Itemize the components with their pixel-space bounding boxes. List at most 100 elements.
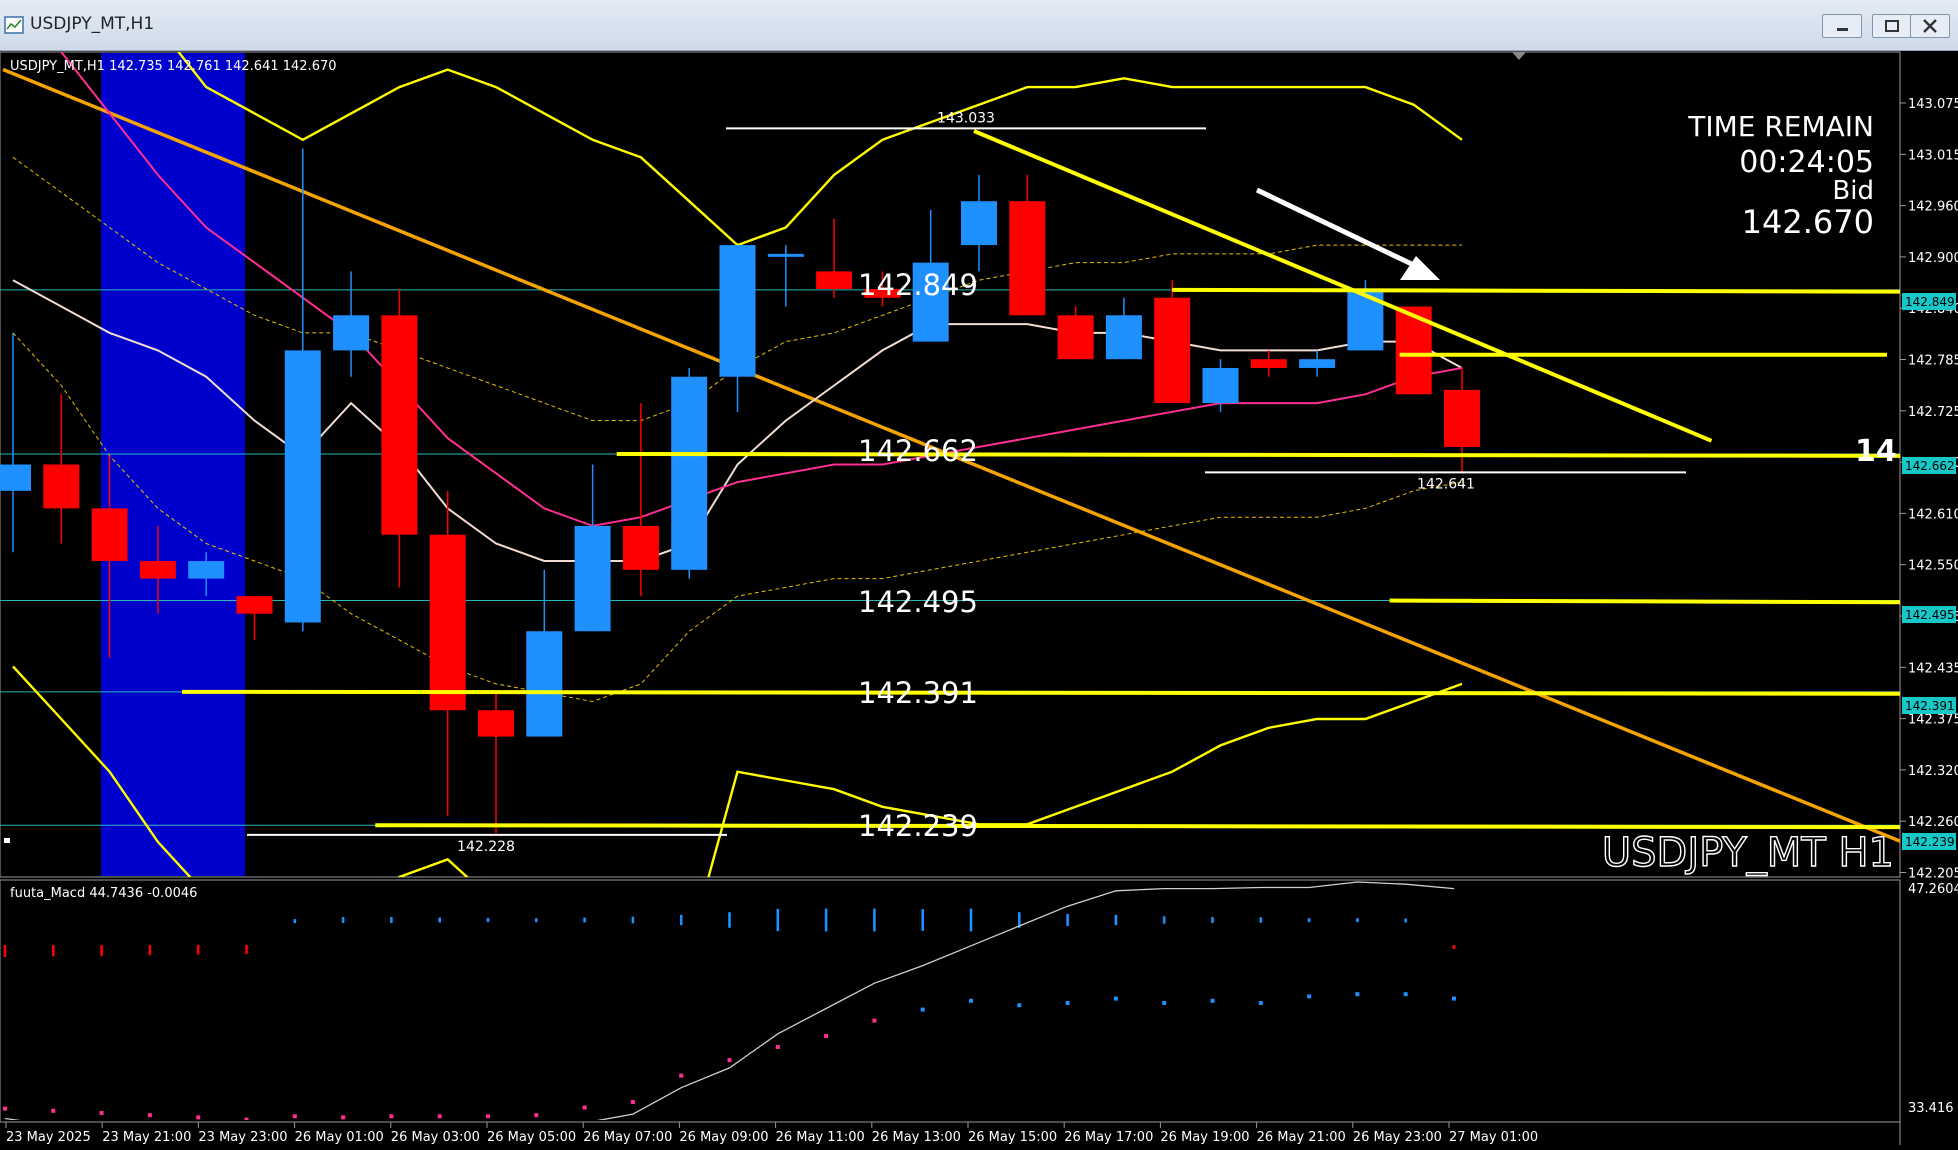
x-axis-label: 26 May 09:00 — [679, 1130, 768, 1145]
macd-signal-dot — [824, 1034, 829, 1038]
chart-window-icon — [4, 16, 24, 34]
macd-signal-dot — [1355, 992, 1360, 997]
macd-signal-dot — [147, 1113, 152, 1118]
x-axis-label: 26 May 03:00 — [391, 1130, 480, 1145]
macd-signal-dot — [969, 998, 973, 1003]
low-mark-label: 142.228 — [457, 839, 515, 855]
macd-signal-dot — [920, 1007, 925, 1012]
minimize-icon — [1837, 28, 1848, 31]
price-tag-label: 142.391 — [1905, 699, 1955, 713]
macd-signal-dot — [196, 1115, 201, 1120]
y-axis-label: 142.435 — [1908, 661, 1958, 676]
bear-candle-body — [816, 271, 853, 289]
y-axis-label: 142.550 — [1908, 559, 1958, 574]
macd-signal-dot — [534, 1113, 539, 1118]
macd-signal-dot — [1307, 994, 1312, 999]
bull-candle-body — [188, 561, 225, 579]
macd-signal-dot — [1017, 1003, 1022, 1008]
level-value-label: 142.662 — [858, 434, 978, 468]
bull-candle-body — [1202, 367, 1239, 404]
x-axis-label: 26 May 21:00 — [1257, 1130, 1346, 1145]
macd-signal-dot — [630, 1100, 635, 1104]
x-axis-label: 27 May 01:00 — [1449, 1130, 1538, 1145]
macd-signal-dot — [679, 1073, 684, 1078]
y-axis-label: 142.320 — [1908, 764, 1958, 779]
price-chart[interactable]: 143.033 142.641 142.228 142.849 142.662 142.… — [0, 50, 1958, 1150]
time-remain-value: 00:24:05 — [1739, 145, 1874, 180]
bear-candle-body — [236, 596, 273, 614]
x-axis-label: 26 May 17:00 — [1064, 1130, 1153, 1145]
bull-candle-body — [574, 525, 611, 632]
macd-signal-dot — [292, 1114, 297, 1119]
x-axis-label: 26 May 15:00 — [968, 1130, 1057, 1145]
minimize-button[interactable] — [1822, 14, 1862, 38]
horizontal-level-line — [375, 823, 1900, 830]
bid-label: Bid — [1832, 176, 1874, 206]
maximize-button[interactable] — [1872, 14, 1912, 38]
cut-off-label: 14 — [1855, 434, 1897, 469]
price-tag-label: 142.662 — [1905, 459, 1955, 473]
window-title: USDJPY_MT,H1 — [30, 14, 155, 34]
x-axis-label: 26 May 01:00 — [295, 1130, 384, 1145]
macd-signal-dot — [3, 1106, 7, 1111]
macd-signal-dot — [1162, 1001, 1167, 1005]
bull-candle-body — [1105, 315, 1142, 360]
y-axis-label: 142.610 — [1908, 507, 1958, 522]
price-tag-label: 142.849 — [1905, 295, 1955, 309]
shift-marker — [4, 838, 10, 843]
macd-signal-dot — [389, 1114, 394, 1119]
y-axis-label: 142.205 — [1908, 867, 1958, 882]
bull-candle-body — [0, 464, 31, 491]
macd-signal-dot — [872, 1018, 877, 1023]
macd-signal-dot — [1065, 1001, 1070, 1005]
bear-candle-body — [91, 508, 128, 562]
bull-candle-body — [961, 201, 997, 246]
y-axis-label: 142.900 — [1908, 251, 1958, 266]
y-axis-label: 143.075 — [1908, 97, 1958, 112]
restore-icon — [1885, 20, 1899, 32]
macd-signal-dot — [775, 1045, 780, 1049]
bear-candle-body — [429, 534, 466, 711]
low-mark-label: 142.641 — [1417, 476, 1475, 492]
title-bar[interactable]: USDJPY_MT,H1 — [0, 0, 1958, 51]
macd-signal-dot — [1452, 996, 1456, 1001]
macd-signal-dot — [727, 1058, 732, 1063]
macd-signal-dot — [486, 1114, 490, 1119]
bear-candle-body — [1057, 315, 1094, 360]
chart-header: USDJPY_MT,H1 142.735 142.761 142.641 142… — [10, 59, 337, 74]
close-button[interactable] — [1910, 14, 1950, 38]
bid-value: 142.670 — [1742, 203, 1874, 241]
bull-candle-body — [1347, 288, 1384, 351]
level-value-label: 142.495 — [858, 585, 978, 619]
x-axis-label: 26 May 23:00 — [1353, 1130, 1442, 1145]
macd-signal-dot — [1403, 992, 1408, 997]
x-axis-label: 26 May 05:00 — [487, 1130, 576, 1145]
horizontal-level-line — [616, 451, 1900, 458]
macd-axis-label: 47.2604 — [1908, 882, 1958, 897]
level-value-label: 142.239 — [858, 809, 978, 843]
x-axis-label: 26 May 11:00 — [776, 1130, 865, 1145]
bear-candle-body — [1154, 297, 1191, 404]
bull-candle-body — [1299, 359, 1336, 368]
y-axis-label: 143.015 — [1908, 148, 1958, 163]
macd-signal-dot — [437, 1114, 442, 1119]
close-icon — [1923, 19, 1937, 33]
y-axis-label: 142.260 — [1908, 815, 1958, 830]
bear-candle-body — [1250, 359, 1287, 368]
downtrend-line — [973, 129, 1713, 443]
macd-signal-dot — [99, 1111, 104, 1115]
session-highlight — [101, 53, 245, 876]
macd-pane-frame — [0, 879, 1901, 1123]
bear-candle-body — [1009, 201, 1046, 316]
horizontal-level-line — [1172, 287, 1900, 294]
x-axis-label: 23 May 21:00 — [102, 1130, 191, 1145]
bull-candle-body — [719, 245, 756, 377]
scroll-marker-icon[interactable] — [1512, 52, 1526, 60]
macd-signal-dot — [51, 1108, 56, 1113]
macd-signal-dot — [582, 1105, 587, 1110]
macd-label: fuuta_Macd 44.7436 -0.0046 — [10, 886, 197, 901]
trend-arrow-shaft — [1255, 187, 1422, 271]
level-value-label: 142.391 — [858, 676, 978, 710]
x-axis-label: 26 May 13:00 — [872, 1130, 961, 1145]
bear-candle-body — [622, 525, 659, 570]
